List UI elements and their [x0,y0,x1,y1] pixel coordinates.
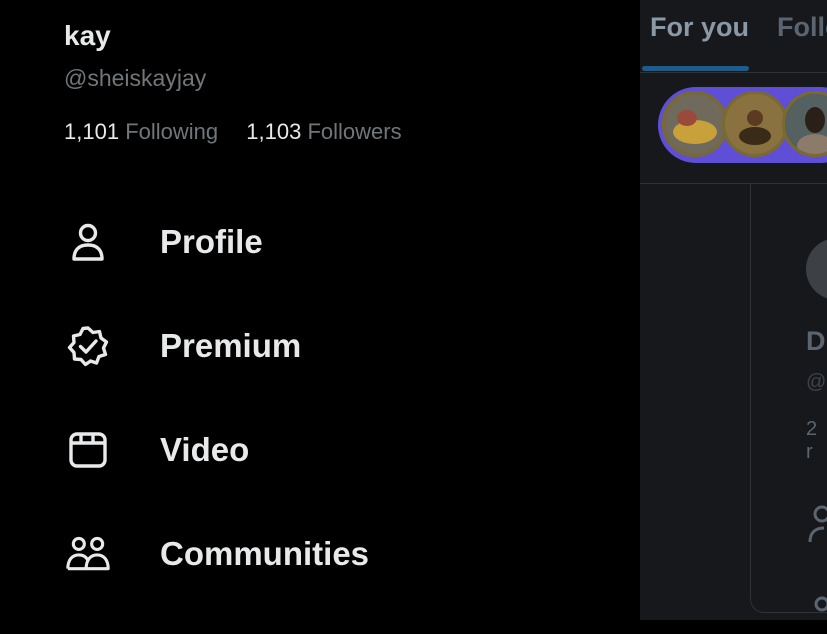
timeline-tabs: For you Follo [640,0,827,73]
following-stat[interactable]: 1,101 Following [64,119,218,145]
person-icon [64,218,112,266]
nav-item-premium[interactable]: Premium [64,316,584,376]
nav-label-profile: Profile [160,223,263,260]
nav-item-video[interactable]: Video [64,420,584,480]
active-tab-indicator [642,66,749,71]
profile-stats: 1,101 Following 1,103 Followers [64,119,424,145]
nav-label-communities: Communities [160,535,370,572]
video-clapper-icon [64,426,112,474]
story-avatar[interactable] [662,91,728,157]
profile-name[interactable]: kay [64,20,111,52]
side-drawer: kay @sheiskayjay 1,101 Following 1,103 F… [0,0,640,620]
tab-following[interactable]: Follo [777,12,827,43]
card-count-fragment: 2 r [806,418,818,463]
timeline-panel[interactable]: For you Follo [640,0,827,620]
following-count: 1,101 [64,119,120,144]
following-label: Following [125,119,219,144]
followers-count: 1,103 [246,119,302,144]
followers-stat[interactable]: 1,103 Followers [246,119,401,145]
followers-label: Followers [307,119,402,144]
tab-for-you[interactable]: For you [650,12,749,43]
nav-label-video: Video [160,431,250,468]
nav-label-premium: Premium [160,327,302,364]
person-icon [808,504,827,544]
nav-item-communities[interactable]: Communities [64,524,584,584]
communities-icon [64,530,112,578]
verified-badge-icon [64,322,112,370]
communities-icon [808,594,827,634]
nav-item-profile[interactable]: Profile [64,212,584,272]
profile-handle[interactable]: @sheiskayjay [64,65,206,92]
card-name-fragment: D [806,326,826,356]
story-avatar[interactable] [722,91,788,157]
card-handle-fragment: @ [806,371,827,393]
